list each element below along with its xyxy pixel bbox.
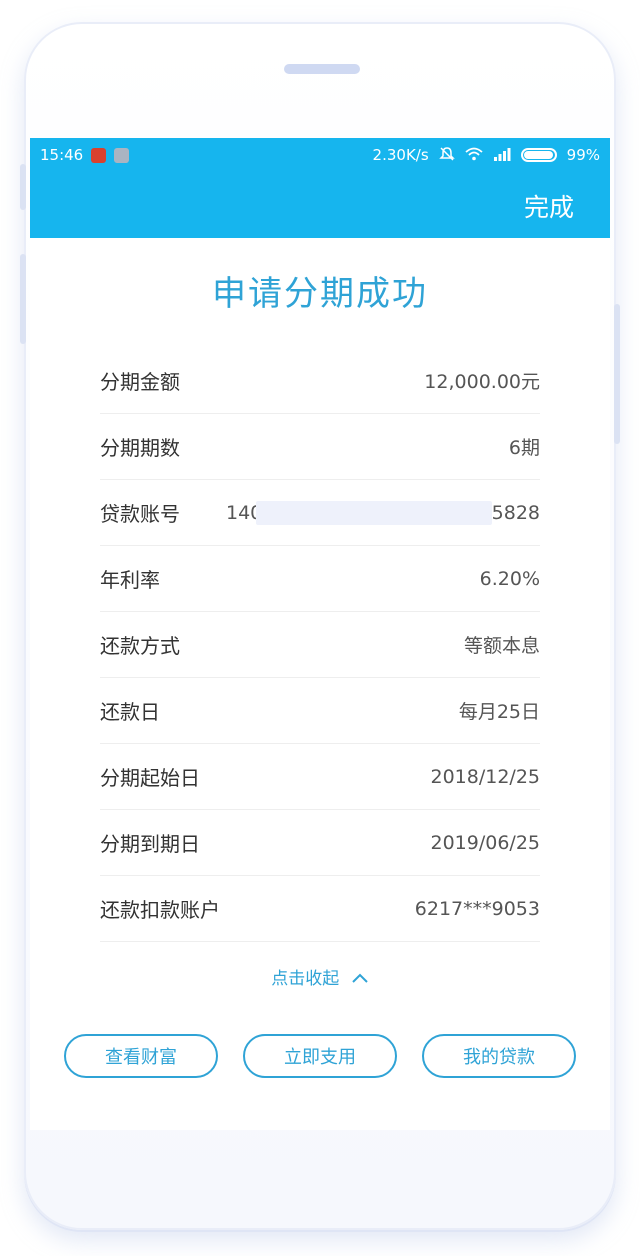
network-speed: 2.30K/s (372, 146, 429, 164)
use-now-button[interactable]: 立即支用 (243, 1034, 397, 1078)
detail-row-periods: 分期期数 6期 (100, 414, 540, 480)
signal-icon (493, 147, 511, 164)
loan-account-suffix: 5828 (491, 501, 540, 524)
detail-row-repay-day: 还款日 每月25日 (100, 678, 540, 744)
detail-label: 贷款账号 (100, 502, 180, 526)
detail-row-amount: 分期金额 12,000.00元 (100, 348, 540, 414)
account-redaction (256, 501, 492, 525)
detail-label: 还款方式 (100, 634, 180, 658)
detail-label: 还款扣款账户 (100, 898, 220, 922)
phone-speaker (284, 64, 360, 74)
detail-value: 2019/06/25 (430, 831, 540, 854)
side-button-right (614, 304, 620, 444)
view-wealth-button[interactable]: 查看财富 (64, 1034, 218, 1078)
page-title: 申请分期成功 (212, 274, 428, 314)
battery-percent: 99% (566, 146, 600, 164)
collapse-label: 点击收起 (271, 969, 340, 989)
notification-red-icon (91, 147, 107, 163)
status-time: 15:46 (40, 146, 84, 164)
detail-label: 年利率 (100, 568, 160, 592)
detail-value: 6.20% (479, 567, 540, 590)
detail-label: 分期金额 (100, 370, 180, 394)
detail-row-annual-rate: 年利率 6.20% (100, 546, 540, 612)
wifi-icon (465, 147, 483, 164)
detail-row-start-date: 分期起始日 2018/12/25 (100, 744, 540, 810)
done-button[interactable]: 完成 (524, 188, 574, 224)
app-screen: 15:46 2.30K/s 99% 完成 申请分期成功 分期金额 12,000.… (30, 138, 610, 1130)
detail-label: 分期起始日 (100, 766, 200, 790)
collapse-toggle[interactable]: 点击收起 (30, 964, 610, 989)
action-buttons: 查看财富 立即支用 我的贷款 (64, 1034, 576, 1078)
side-button-left (20, 164, 26, 210)
my-loans-button[interactable]: 我的贷款 (422, 1034, 576, 1078)
side-button-left-2 (20, 254, 26, 344)
detail-row-repay-method: 还款方式 等额本息 (100, 612, 540, 678)
status-bar: 15:46 2.30K/s 99% (30, 138, 610, 172)
detail-value: 6期 (508, 437, 540, 459)
header-bar: 15:46 2.30K/s 99% 完成 (30, 138, 610, 238)
detail-value: 12,000.00元 (424, 371, 540, 393)
installment-details: 分期金额 12,000.00元 分期期数 6期 贷款账号 140 5828 年利… (100, 348, 540, 942)
detail-row-loan-account: 贷款账号 140 5828 (100, 480, 540, 546)
detail-value: 6217***9053 (414, 897, 540, 920)
detail-value: 2018/12/25 (430, 765, 540, 788)
mute-icon (438, 146, 455, 165)
detail-value: 等额本息 (463, 635, 540, 657)
detail-label: 分期到期日 (100, 832, 200, 856)
detail-row-end-date: 分期到期日 2019/06/25 (100, 810, 540, 876)
detail-label: 还款日 (100, 700, 160, 724)
detail-row-debit-account: 还款扣款账户 6217***9053 (100, 876, 540, 942)
battery-icon (520, 148, 557, 162)
notification-grey-icon (114, 147, 130, 163)
detail-value: 每月25日 (458, 701, 540, 723)
chevron-up-icon (351, 970, 369, 988)
detail-label: 分期期数 (100, 436, 180, 460)
